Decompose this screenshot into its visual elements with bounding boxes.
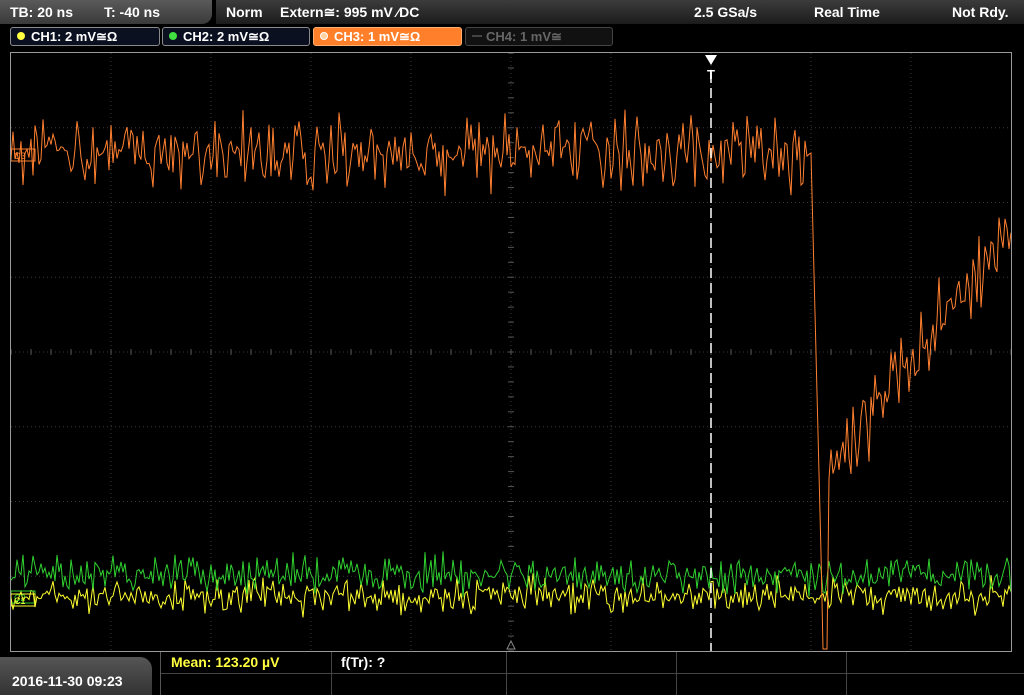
ch3-waveform	[11, 109, 1011, 650]
channel-4-button[interactable]: CH4: 1 mV≅	[465, 27, 613, 46]
channel-1-dot-icon	[17, 32, 25, 40]
bottom-bar: 2016-11-30 09:23 Mean: 123.20 µV f(Tr): …	[0, 652, 1024, 695]
trigger-time-label[interactable]: T: -40 ns	[104, 4, 160, 20]
measurement-rise-freq[interactable]: f(Tr): ?	[341, 654, 385, 670]
status-bar: Norm Extern≅: 995 mV ⁄DC 2.5 GSa/s Real …	[216, 0, 1024, 24]
channel-3-label: CH3: 1 mV≅Ω	[334, 29, 421, 44]
datetime-label: 2016-11-30 09:23	[12, 673, 123, 689]
ch3-offset-label: C3	[14, 151, 26, 161]
channel-3-button[interactable]: CH3: 1 mV≅Ω	[313, 27, 462, 46]
measurement-panel: Mean: 123.20 µV f(Tr): ?	[160, 652, 1024, 695]
channel-1-button[interactable]: CH1: 2 mV≅Ω	[10, 27, 160, 46]
channel-2-dot-icon	[169, 32, 177, 40]
trigger-marker-label: T	[707, 67, 715, 82]
waveform-canvas[interactable]: T C3 C2 C1	[11, 53, 1011, 651]
ready-status: Not Rdy.	[952, 4, 1009, 20]
timebase-box[interactable]: TB: 20 ns T: -40 ns	[0, 0, 212, 24]
sample-rate[interactable]: 2.5 GSa/s	[694, 4, 757, 20]
channel-row: CH1: 2 mV≅Ω CH2: 2 mV≅Ω CH3: 1 mV≅Ω CH4:…	[0, 24, 1024, 50]
waveform-display[interactable]: T C3 C2 C1	[10, 52, 1012, 652]
measurement-divider	[846, 652, 847, 695]
measurement-divider	[506, 652, 507, 695]
trigger-arrow-icon[interactable]	[705, 55, 717, 65]
top-bar: TB: 20 ns T: -40 ns Norm Extern≅: 995 mV…	[0, 0, 1024, 24]
channel-1-label: CH1: 2 mV≅Ω	[31, 29, 118, 44]
channel-2-button[interactable]: CH2: 2 mV≅Ω	[162, 27, 310, 46]
timebase-label[interactable]: TB: 20 ns	[10, 4, 73, 20]
channel-4-off-icon	[472, 35, 482, 37]
channel-4-label: CH4: 1 mV≅	[486, 29, 562, 44]
ch2-waveform	[11, 551, 1011, 598]
measurement-divider	[331, 652, 332, 695]
graticule	[11, 53, 1011, 651]
channel-3-dot-icon	[320, 32, 328, 40]
datetime-box: 2016-11-30 09:23	[0, 657, 152, 695]
acquisition-mode[interactable]: Real Time	[814, 4, 880, 20]
measurement-divider	[676, 652, 677, 695]
trigger-source[interactable]: Extern≅: 995 mV ⁄DC	[280, 4, 419, 21]
ch1-waveform	[11, 573, 1011, 618]
trigger-mode[interactable]: Norm	[226, 4, 263, 20]
channel-2-label: CH2: 2 mV≅Ω	[183, 29, 270, 44]
measurement-divider	[161, 673, 1024, 674]
measurement-mean[interactable]: Mean: 123.20 µV	[171, 654, 279, 670]
ch1-offset-label: C1	[14, 596, 26, 606]
